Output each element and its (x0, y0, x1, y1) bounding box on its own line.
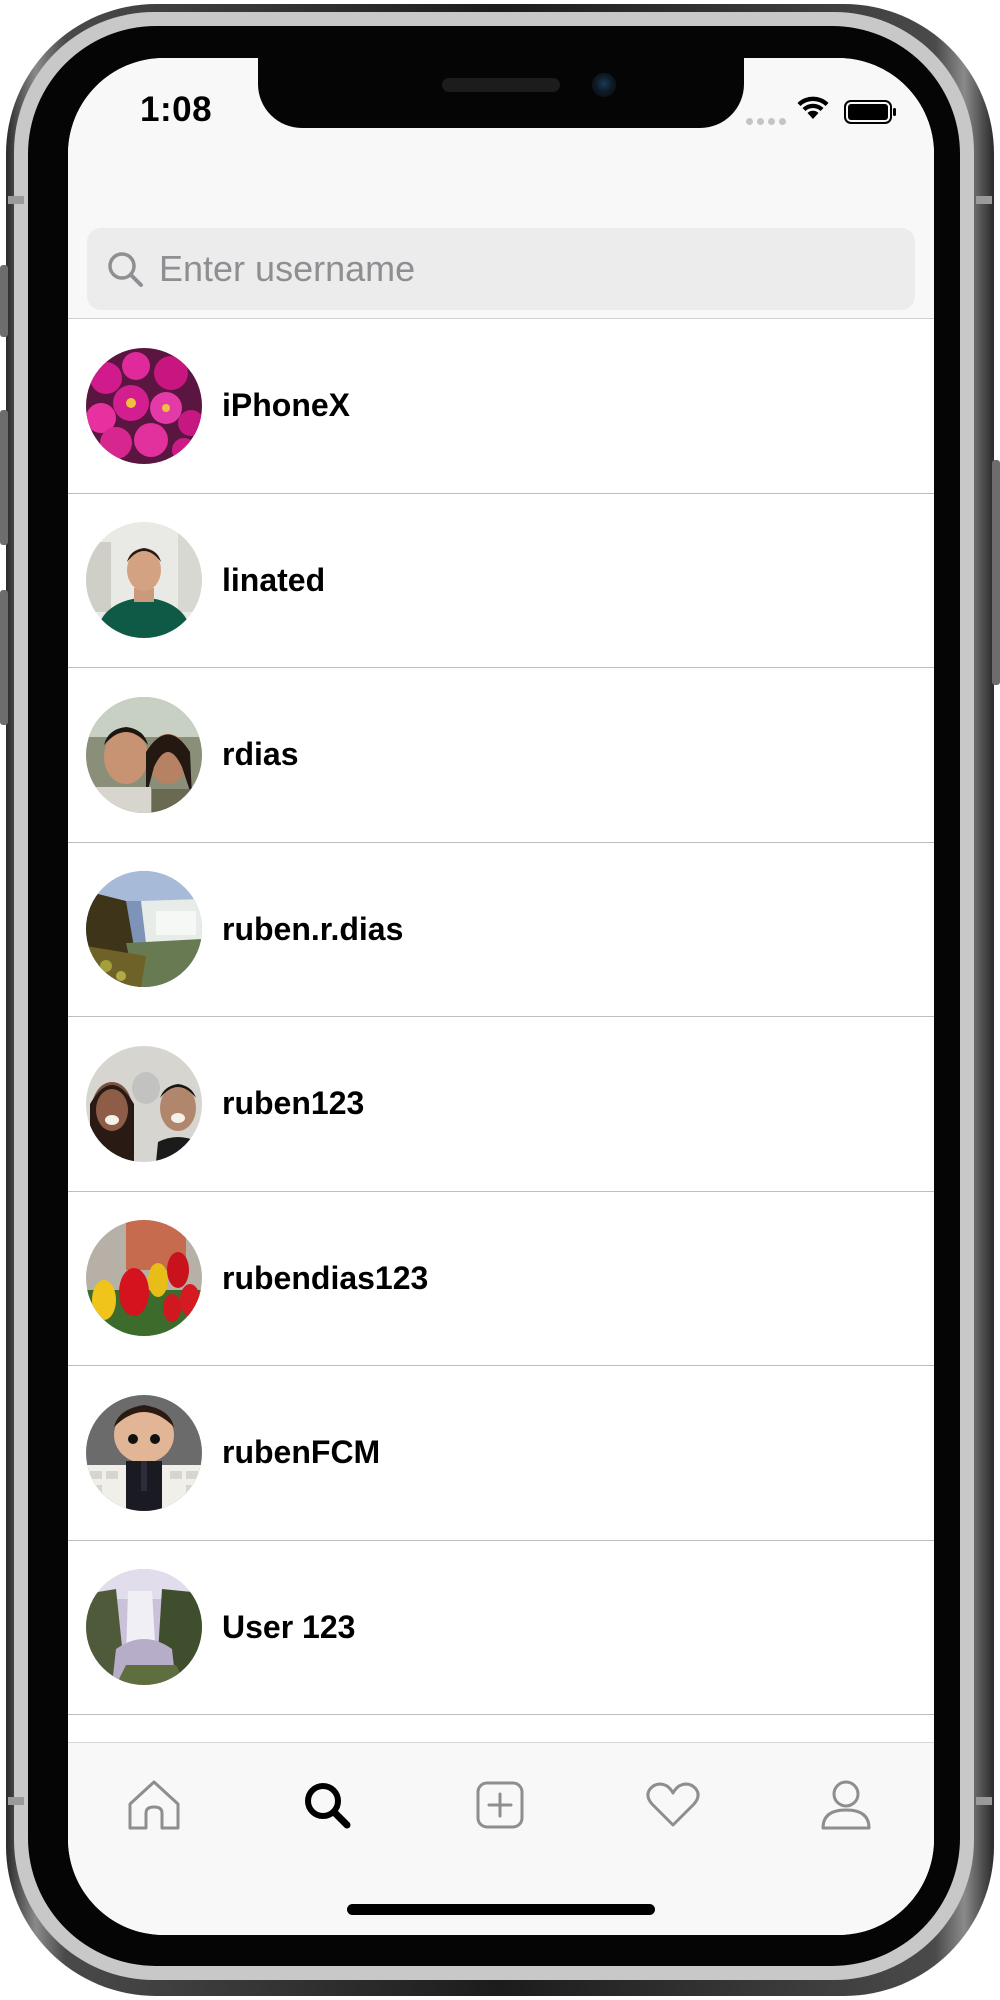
search-input[interactable] (157, 247, 881, 291)
search-header (68, 148, 934, 319)
front-camera (592, 73, 616, 97)
wifi-icon (797, 96, 829, 119)
search-bar[interactable] (87, 228, 915, 310)
home-icon (128, 1780, 180, 1830)
person-icon (821, 1780, 871, 1830)
tab-profile[interactable] (806, 1765, 886, 1845)
avatar[interactable] (86, 1394, 202, 1511)
user-row-rubenfcm[interactable]: rubenFCM (68, 1366, 934, 1541)
avatar[interactable] (86, 696, 202, 813)
home-indicator[interactable] (347, 1904, 655, 1915)
volume-up-button (0, 410, 8, 545)
heart-icon (646, 1782, 700, 1827)
avatar[interactable] (86, 1220, 202, 1337)
screen: 1:08 Enter username iPhoneX linated rdia… (68, 58, 934, 1935)
antenna-line (976, 196, 992, 204)
avatar[interactable] (86, 347, 202, 464)
tab-search[interactable] (287, 1765, 367, 1845)
search-icon (108, 252, 143, 287)
tab-activity[interactable] (633, 1765, 713, 1845)
user-row-linated[interactable]: linated (68, 493, 934, 668)
user-row-ruben123[interactable]: ruben123 (68, 1017, 934, 1192)
avatar[interactable] (86, 522, 202, 639)
avatar[interactable] (86, 871, 202, 988)
user-row-rubendias123[interactable]: rubendias123 (68, 1191, 934, 1366)
username-label: iPhoneX (222, 387, 351, 424)
user-row-user-123[interactable]: User 123 (68, 1540, 934, 1715)
antenna-line (8, 1797, 24, 1805)
side-button (992, 460, 1000, 685)
plus-square-icon (476, 1781, 524, 1829)
signal-dots-icon (746, 118, 786, 125)
username-label: rdias (222, 736, 299, 773)
tab-add[interactable] (460, 1765, 540, 1845)
username-label: User 123 (222, 1608, 356, 1645)
username-label: ruben.r.dias (222, 910, 404, 947)
antenna-line (8, 196, 24, 204)
status-time: 1:08 (140, 90, 213, 129)
battery-icon (844, 100, 896, 124)
avatar[interactable] (86, 1569, 202, 1686)
volume-down-button (0, 590, 8, 725)
username-label: ruben123 (222, 1085, 365, 1122)
user-row-rdias[interactable]: rdias (68, 668, 934, 843)
username-label: rubendias123 (222, 1259, 429, 1296)
user-list: iPhoneX linated rdias ruben.r.dias ruben… (68, 319, 934, 1715)
user-row-ruben-r-dias[interactable]: ruben.r.dias (68, 842, 934, 1017)
username-label: linated (222, 561, 326, 598)
tab-home[interactable] (114, 1765, 194, 1845)
username-label: rubenFCM (222, 1434, 381, 1471)
speaker-grille (442, 78, 560, 92)
tab-bar (68, 1742, 934, 1935)
user-row-iphonex[interactable]: iPhoneX (68, 319, 934, 494)
antenna-line (976, 1797, 992, 1805)
notch (258, 58, 744, 128)
search-icon (305, 1783, 351, 1829)
mute-switch (0, 265, 8, 337)
avatar[interactable] (86, 1045, 202, 1162)
